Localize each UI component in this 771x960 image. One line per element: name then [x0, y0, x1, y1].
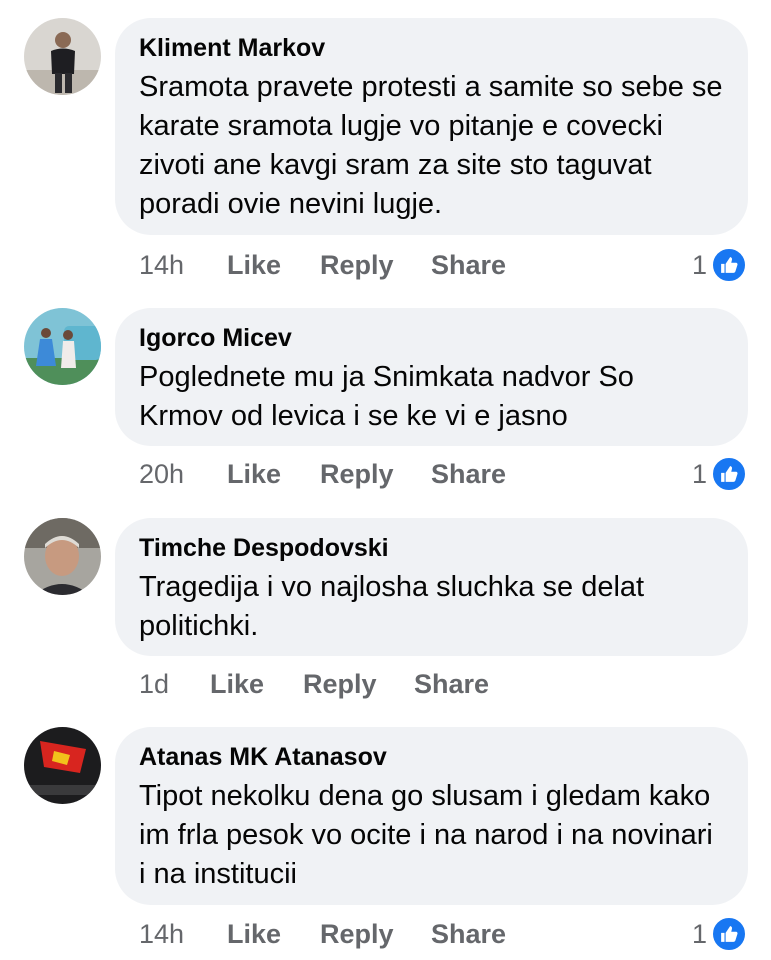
comment-text: Tipot nekolku dena go slusam i gledam ka…: [139, 780, 713, 890]
share-button[interactable]: Share: [414, 667, 489, 701]
comment-text: Tragedija i vo najlosha sluchka se delat…: [139, 571, 645, 642]
like-button[interactable]: Like: [210, 667, 264, 701]
comment-bubble: Atanas MK Atanasov Tipot nekolku dena go…: [115, 727, 748, 905]
comment-bubble: Kliment Markov Sramota pravete protesti …: [115, 18, 748, 235]
comment-bubble: Igorco Micev Poglednete mu ja Snimkata n…: [115, 308, 748, 446]
avatar[interactable]: [24, 727, 101, 804]
like-button[interactable]: Like: [227, 248, 281, 282]
comment-author[interactable]: Atanas MK Atanasov: [139, 742, 724, 772]
like-button[interactable]: Like: [227, 457, 281, 491]
comment-timestamp[interactable]: 14h: [139, 917, 184, 951]
reaction-count: 1: [691, 458, 707, 489]
reply-button[interactable]: Reply: [303, 667, 377, 701]
reaction-summary[interactable]: 1: [691, 456, 747, 492]
reaction-count: 1: [691, 249, 707, 280]
like-icon: [711, 247, 747, 283]
like-button[interactable]: Like: [227, 917, 281, 951]
comment-author[interactable]: Kliment Markov: [139, 33, 724, 63]
reply-button[interactable]: Reply: [320, 917, 394, 951]
comment-author[interactable]: Igorco Micev: [139, 323, 724, 353]
comment-timestamp[interactable]: 20h: [139, 457, 184, 491]
share-button[interactable]: Share: [431, 917, 506, 951]
comment-text: Sramota pravete protesti a samite so seb…: [139, 71, 723, 220]
avatar[interactable]: [24, 18, 101, 95]
avatar[interactable]: [24, 518, 101, 595]
like-icon: [711, 456, 747, 492]
reply-button[interactable]: Reply: [320, 457, 394, 491]
reaction-summary[interactable]: 1: [691, 247, 747, 283]
comment-author[interactable]: Timche Despodovski: [139, 533, 724, 563]
share-button[interactable]: Share: [431, 248, 506, 282]
share-button[interactable]: Share: [431, 457, 506, 491]
reaction-count: 1: [691, 918, 707, 949]
reaction-summary[interactable]: 1: [691, 916, 747, 952]
reply-button[interactable]: Reply: [320, 248, 394, 282]
comment-timestamp[interactable]: 1d: [139, 667, 169, 701]
avatar[interactable]: [24, 308, 101, 385]
comment-bubble: Timche Despodovski Tragedija i vo najlos…: [115, 518, 748, 656]
comment-timestamp[interactable]: 14h: [139, 248, 184, 282]
like-icon: [711, 916, 747, 952]
comment-text: Poglednete mu ja Snimkata nadvor So Krmo…: [139, 361, 634, 432]
